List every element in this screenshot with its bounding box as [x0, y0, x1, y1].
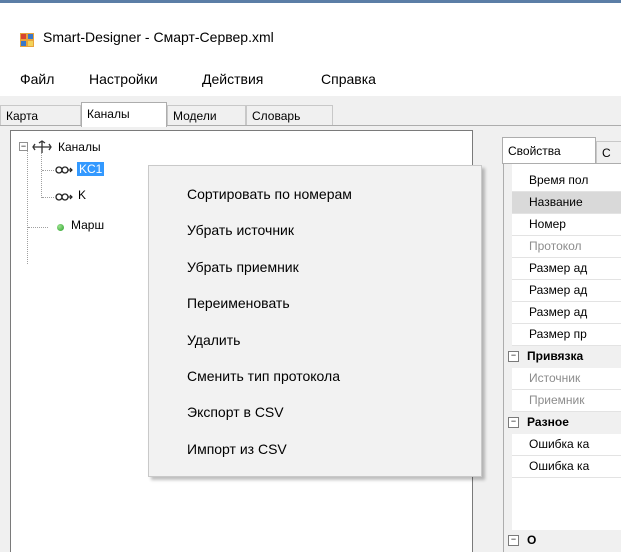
- category-last-label: О: [527, 533, 537, 547]
- tree-line: [42, 197, 54, 198]
- collapse-icon[interactable]: −: [508, 535, 519, 547]
- channel-plug-icon: [55, 193, 73, 201]
- tab-properties[interactable]: Свойства: [502, 137, 596, 164]
- property-row[interactable]: Размер пр: [512, 324, 621, 346]
- category-binding[interactable]: − Привязка: [504, 346, 621, 368]
- menu-file[interactable]: Файл: [17, 69, 57, 89]
- window-title: Smart-Designer - Смарт-Сервер.xml: [43, 29, 274, 45]
- tree-root-routes[interactable]: Марш: [71, 218, 104, 232]
- property-row[interactable]: Ошибка ка: [512, 434, 621, 456]
- menu-item-sort-by-number[interactable]: Сортировать по номерам: [187, 186, 352, 202]
- category-misc-label: Разное: [527, 415, 569, 429]
- property-row[interactable]: Номер: [512, 214, 621, 236]
- property-row[interactable]: Размер ад: [512, 280, 621, 302]
- property-row[interactable]: Размер ад: [512, 258, 621, 280]
- category-misc[interactable]: − Разное: [504, 412, 621, 434]
- collapse-icon[interactable]: −: [508, 417, 519, 429]
- menu-actions[interactable]: Действия: [199, 69, 266, 89]
- menu-item-export-csv[interactable]: Экспорт в CSV: [187, 404, 284, 420]
- channel-plug-icon: [55, 166, 73, 174]
- context-menu: Сортировать по номерам Убрать источник У…: [148, 165, 482, 477]
- category-last[interactable]: − О: [504, 530, 621, 552]
- network-icon: [32, 140, 52, 153]
- menu-help[interactable]: Справка: [318, 69, 379, 89]
- menu-item-rename[interactable]: Переименовать: [187, 295, 290, 311]
- property-row[interactable]: Название: [512, 192, 621, 214]
- status-dot-icon: [57, 224, 64, 231]
- tab-properties-second[interactable]: С: [596, 141, 621, 164]
- tree-line: [28, 227, 48, 228]
- app-icon: [20, 33, 34, 47]
- tree-item-k[interactable]: K: [78, 188, 86, 202]
- tree-line: [41, 153, 42, 198]
- menu-settings[interactable]: Настройки: [86, 69, 161, 89]
- tab-models[interactable]: Модели: [167, 105, 246, 125]
- menu-item-change-protocol[interactable]: Сменить тип протокола: [187, 368, 340, 384]
- category-binding-label: Привязка: [527, 349, 584, 363]
- collapse-icon[interactable]: −: [508, 351, 519, 363]
- tab-map[interactable]: Карта: [0, 105, 81, 125]
- tab-dictionary[interactable]: Словарь: [246, 105, 333, 125]
- property-row[interactable]: Источник: [512, 368, 621, 390]
- menu-item-remove-receiver[interactable]: Убрать приемник: [187, 259, 299, 275]
- tree-root-channels[interactable]: Каналы: [58, 140, 101, 154]
- tree-line: [42, 170, 54, 171]
- property-row[interactable]: Время пол: [512, 170, 621, 192]
- property-row[interactable]: Ошибка ка: [512, 456, 621, 478]
- tab-channels[interactable]: Каналы: [81, 102, 167, 127]
- collapse-icon[interactable]: −: [19, 142, 28, 151]
- property-row[interactable]: Протокол: [512, 236, 621, 258]
- tree-item-kc1[interactable]: KC1: [77, 162, 105, 176]
- menu-item-import-csv[interactable]: Импорт из CSV: [187, 441, 287, 457]
- property-row[interactable]: Размер ад: [512, 302, 621, 324]
- property-row[interactable]: Приемник: [512, 390, 621, 412]
- menu-item-remove-source[interactable]: Убрать источник: [187, 222, 294, 238]
- tree-line: [27, 151, 28, 264]
- menu-item-delete[interactable]: Удалить: [187, 332, 240, 348]
